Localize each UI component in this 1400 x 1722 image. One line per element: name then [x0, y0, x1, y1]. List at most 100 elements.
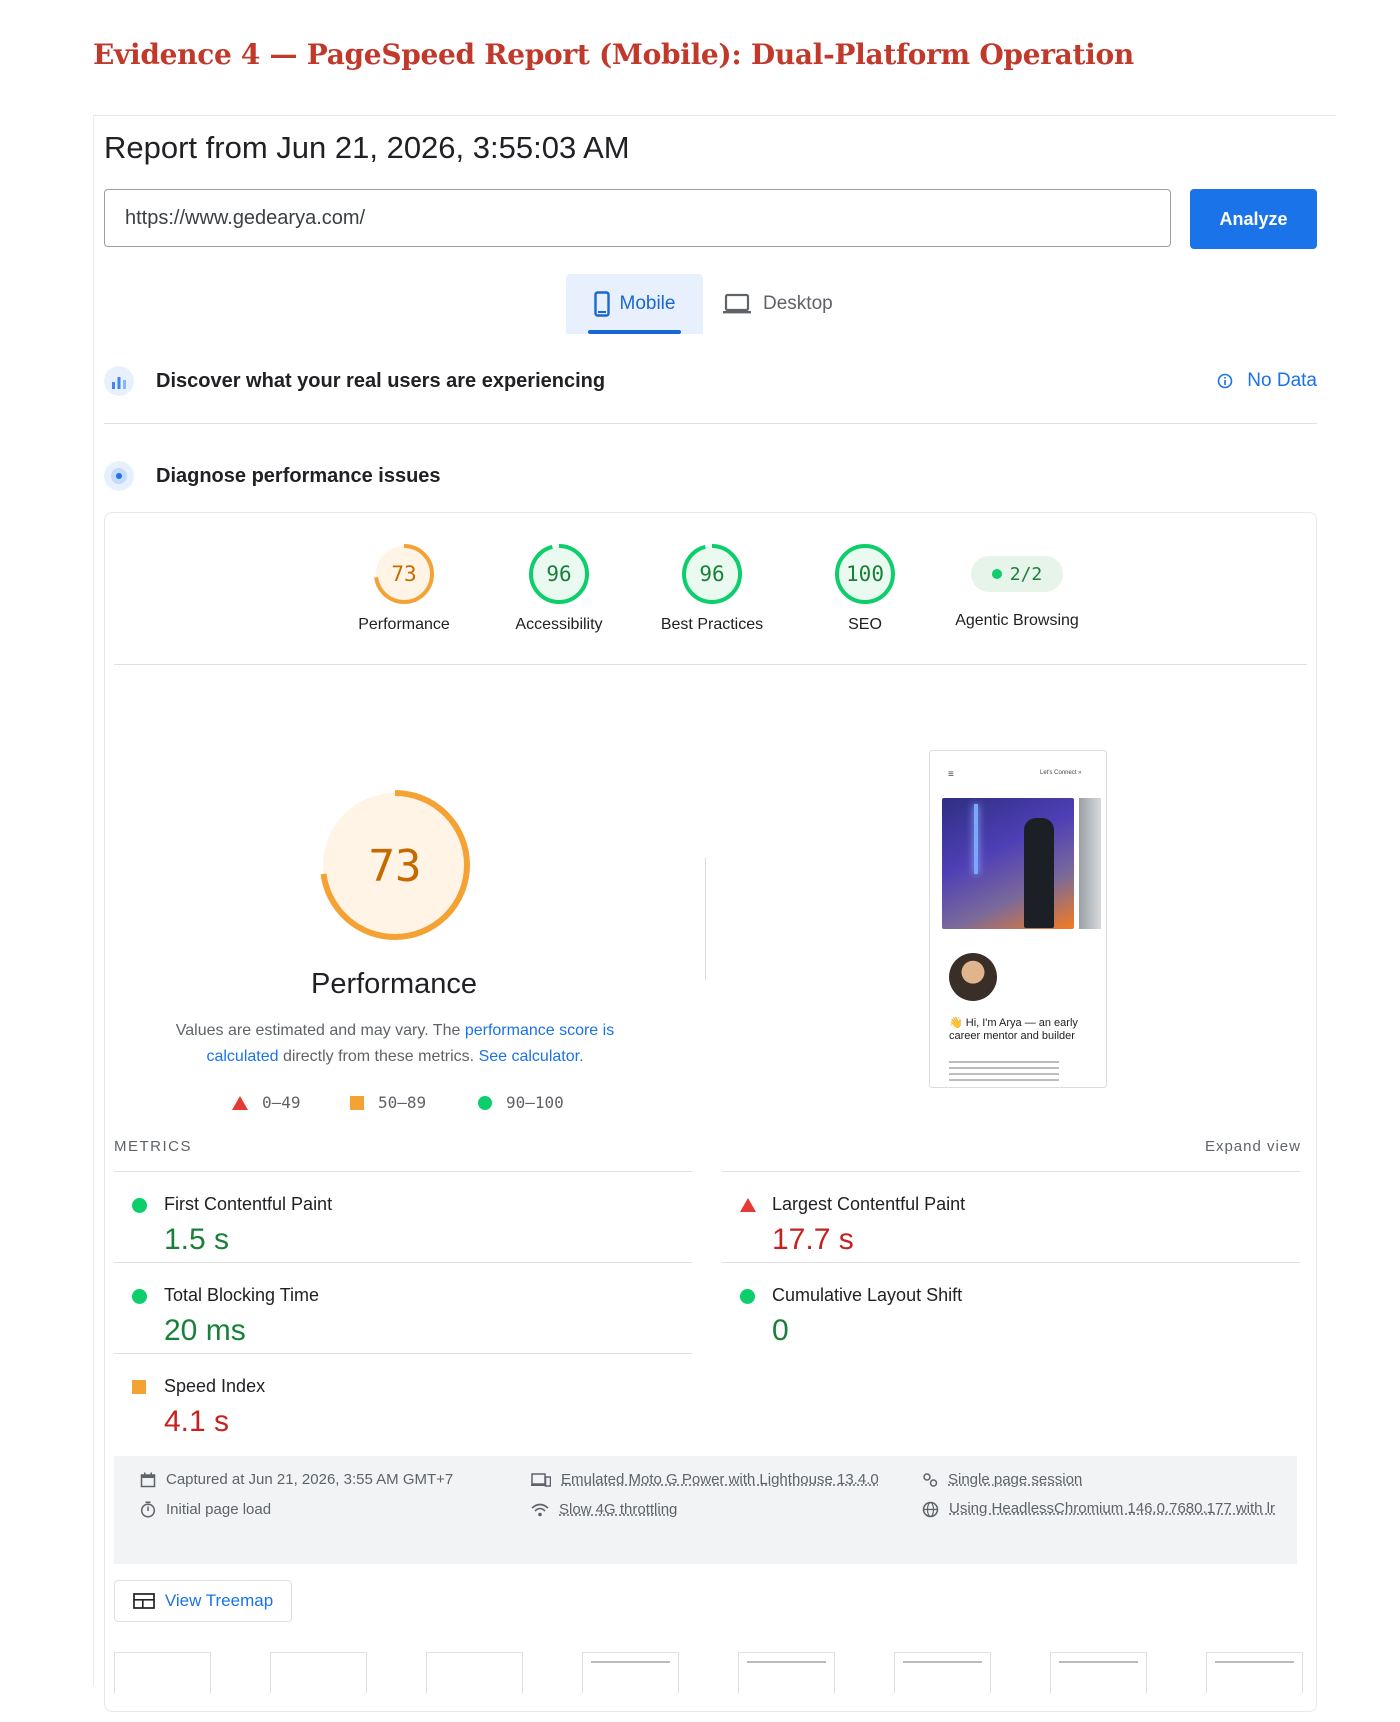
filmstrip-frame-header — [903, 1661, 982, 1663]
metric-cls-name: Cumulative Layout Shift — [772, 1285, 963, 1305]
report-title: Report from Jun 21, 2026, 3:55:03 AM — [104, 130, 630, 165]
gauge-ring: 73 — [372, 542, 436, 606]
score-gauge-accessibility[interactable]: 96 Accessibility — [484, 542, 634, 634]
devices-icon — [531, 1472, 551, 1487]
tab-mobile-label: Mobile — [619, 293, 676, 314]
gauge-score: 73 — [391, 562, 417, 586]
metric-fcp[interactable]: First Contentful Paint 1.5 s — [114, 1171, 692, 1262]
emulated-device[interactable]: Emulated Moto G Power with Lighthouse 13… — [531, 1471, 879, 1488]
url-input[interactable]: https://www.gedearya.com/ — [104, 189, 1171, 247]
avatar — [949, 953, 997, 1001]
diagnose-section[interactable]: Diagnose performance issues — [104, 446, 1317, 506]
metric-si-indicator — [132, 1380, 146, 1394]
filmstrip-frame-header — [591, 1661, 670, 1663]
lighthouse-icon — [104, 461, 134, 491]
nav-link: Let's Connect » — [1040, 770, 1082, 776]
mobile-phone-icon — [593, 291, 610, 317]
diagnose-title: Diagnose performance issues — [156, 464, 441, 487]
view-treemap-label: View Treemap — [164, 1591, 274, 1610]
gauge-score: 100 — [846, 562, 884, 586]
network-throttling[interactable]: Slow 4G throttling — [531, 1501, 677, 1518]
field-data-section[interactable]: Discover what your real users are experi… — [104, 351, 1317, 411]
legend-average: 50–89 — [350, 1093, 426, 1112]
pass-dot-icon — [991, 569, 1002, 579]
gauges-divider — [114, 664, 1307, 665]
metric-cls-indicator — [740, 1289, 755, 1304]
metric-tbt-indicator — [132, 1289, 147, 1304]
metric-fcp-value: 1.5 s — [164, 1223, 230, 1256]
red-triangle-icon — [740, 1198, 756, 1212]
browser-info[interactable]: Using HeadlessChromium 146.0.7680.177 wi… — [922, 1494, 1292, 1524]
performance-note-text: Values are estimated and may vary. The — [175, 1022, 465, 1039]
tab-mobile-indicator — [588, 330, 681, 334]
green-circle-icon — [132, 1289, 147, 1304]
filmstrip-frame — [426, 1652, 523, 1693]
metric-lcp-name: Largest Contentful Paint — [772, 1194, 966, 1214]
orange-square-icon — [350, 1095, 364, 1110]
metric-lcp-indicator — [740, 1198, 756, 1217]
initial-page-load-text: Initial page load — [166, 1501, 272, 1518]
gauge-ring: 96 — [680, 542, 744, 606]
red-triangle-icon — [232, 1095, 248, 1110]
score-gauge-performance[interactable]: 73 Performance — [329, 542, 479, 634]
metric-cls[interactable]: Cumulative Layout Shift 0 — [722, 1262, 1300, 1353]
laptop-icon — [723, 293, 751, 314]
legend-average-label: 50–89 — [378, 1093, 427, 1112]
metric-tbt[interactable]: Total Blocking Time 20 ms — [114, 1262, 692, 1353]
legend-good: 90–100 — [478, 1093, 564, 1112]
metric-si-value: 4.1 s — [164, 1405, 230, 1438]
emulated-device-text: Emulated Moto G Power with Lighthouse 13… — [561, 1471, 879, 1488]
gauge-label: Accessibility — [515, 616, 603, 633]
green-circle-icon — [478, 1095, 492, 1110]
performance-note-text-2: directly from these metrics. — [278, 1048, 479, 1065]
users-chart-icon — [104, 366, 134, 396]
captured-at-text: Captured at Jun 21, 2026, 3:55 AM GMT+7 — [166, 1471, 454, 1488]
metric-lcp-value: 17.7 s — [772, 1223, 854, 1256]
hamburger-menu-icon: ≡ — [948, 769, 954, 780]
agentic-value: 2/2 — [1009, 563, 1043, 585]
performance-note: Values are estimated and may vary. The p… — [168, 1018, 622, 1070]
legend-poor-label: 0–49 — [262, 1093, 301, 1112]
network-throttling-text: Slow 4G throttling — [559, 1501, 678, 1518]
metric-fcp-indicator — [132, 1198, 147, 1213]
browser-info-text: Using HeadlessChromium 146.0.7680.177 wi… — [949, 1500, 1276, 1517]
captured-at: Captured at Jun 21, 2026, 3:55 AM GMT+7 — [140, 1471, 453, 1488]
gauge-ring: 100 — [833, 542, 897, 606]
metric-lcp[interactable]: Largest Contentful Paint 17.7 s — [722, 1171, 1300, 1262]
filmstrip-frame — [1206, 1652, 1303, 1693]
agentic-label: Agentic Browsing — [955, 612, 1079, 629]
tab-desktop[interactable]: Desktop — [723, 274, 833, 334]
final-screenshot: ≡ Let's Connect » 👋 Hi, I'm Arya — an ea… — [929, 750, 1107, 1088]
gauge-score: 96 — [699, 562, 725, 586]
calendar-icon — [140, 1472, 156, 1487]
green-circle-icon — [740, 1289, 755, 1304]
score-gauge-seo[interactable]: 100 SEO — [790, 542, 940, 634]
metric-cls-value: 0 — [772, 1314, 789, 1347]
url-input-value: https://www.gedearya.com/ — [125, 207, 366, 229]
body-text-placeholder — [949, 1061, 1059, 1083]
neon-light — [974, 804, 978, 874]
tab-desktop-label: Desktop — [763, 293, 833, 314]
agentic-browsing-score[interactable]: 2/2 Agentic Browsing — [942, 542, 1092, 630]
view-treemap-button[interactable]: View Treemap — [114, 1580, 292, 1622]
tab-mobile[interactable]: Mobile — [566, 274, 703, 334]
score-gauge-best-practices[interactable]: 96 Best Practices — [637, 542, 787, 634]
filmstrip-frame — [738, 1652, 835, 1693]
field-data-status[interactable]: No Data — [1217, 370, 1317, 392]
users-icon — [923, 1472, 938, 1487]
person-silhouette — [1024, 818, 1054, 928]
metric-fcp-name: First Contentful Paint — [164, 1194, 333, 1214]
filmstrip-frame-header — [1215, 1661, 1294, 1663]
performance-big-gauge: 73 — [320, 790, 470, 940]
metric-tbt-name: Total Blocking Time — [164, 1285, 320, 1305]
page-heading: Evidence 4 — PageSpeed Report (Mobile): … — [93, 38, 1134, 71]
expand-view-link[interactable]: Expand view — [1205, 1138, 1301, 1155]
metric-si[interactable]: Speed Index 4.1 s — [114, 1353, 692, 1444]
performance-big-score: 73 — [369, 841, 422, 892]
legend-good-label: 90–100 — [506, 1093, 564, 1112]
see-calculator-link[interactable]: See calculator. — [479, 1048, 584, 1065]
info-icon — [1217, 373, 1233, 389]
session-type[interactable]: Single page session — [922, 1471, 1082, 1488]
metrics-header: METRICS — [114, 1138, 192, 1155]
analyze-button[interactable]: Analyze — [1190, 189, 1317, 249]
